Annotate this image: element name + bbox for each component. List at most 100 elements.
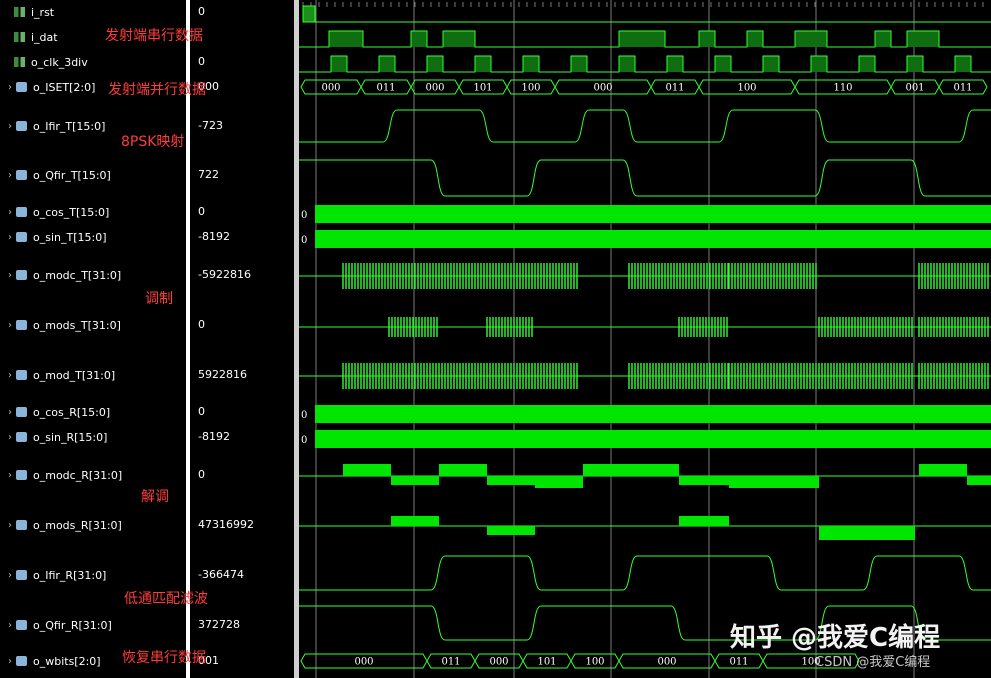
bus-value-label: 101 [473,83,492,94]
dat-high-fill [875,31,891,47]
bus-value-label: 0 [301,410,307,421]
signal-value: -8192 [198,430,230,443]
annotation-tx-parallel: 发射端并行数据 [108,82,206,98]
signal-row[interactable]: › o_cos_T[15:0] [4,204,109,220]
bus-signal-icon [16,570,27,580]
clk-high-fill [379,56,395,72]
expand-chevron-icon[interactable]: › [4,320,16,331]
signal-row[interactable]: › o_sin_R[15:0] [4,429,107,445]
bus-signal-icon [16,370,27,380]
clk-high-fill [859,56,875,72]
signal-row[interactable]: › o_sin_T[15:0] [4,229,107,245]
bus-value-label: 000 [657,657,676,668]
bus-value-label: 011 [441,657,460,668]
signal-value: 722 [198,168,219,181]
bus-value-label: 0 [301,210,307,221]
signal-row[interactable]: › o_modc_R[31:0] [4,467,122,483]
annotation-lowpass-filter: 低通匹配滤波 [124,591,208,607]
bus-signal-icon [16,432,27,442]
expand-chevron-icon[interactable]: › [4,232,16,243]
annotation-8psk-mapping: 8PSK映射 [121,134,185,150]
expand-chevron-icon[interactable]: › [4,656,16,667]
mod-t-burst [438,363,578,389]
signal-row[interactable]: › o_modc_T[31:0] [4,267,121,283]
bus-value-label: 000 [321,83,340,94]
signal-name: o_sin_R[15:0] [33,430,108,444]
signal-values-pane: 0 0 000 -723 722 0 -8192 -5922816 0 5922816 0 -8192… [190,0,294,678]
signal-value: 0 [198,405,205,418]
signal-row[interactable]: i_rst [14,4,54,20]
annotation-modulation: 调制 [145,291,173,307]
expand-chevron-icon[interactable]: › [4,82,16,93]
modc-r-block [535,476,583,488]
signal-name: o_wbits[2:0] [33,654,101,668]
expand-chevron-icon[interactable]: › [4,520,16,531]
expand-chevron-icon[interactable]: › [4,620,16,631]
bus-signal-icon [16,656,27,666]
signal-name: i_rst [31,5,55,19]
mods-r-block [679,516,729,526]
waveform-pane[interactable]: 000 011 000 101 100 000 011 100 110 001 011 000 011 0… [299,0,991,678]
bus-signal-icon [16,121,27,131]
modc-r-block [583,464,679,476]
signal-name: o_mods_R[31:0] [33,518,122,532]
bus-value-label: 100 [521,83,540,94]
expand-chevron-icon[interactable]: › [4,370,16,381]
signal-name: o_modc_T[31:0] [33,268,122,282]
waveform-canvas[interactable]: 000 011 000 101 100 000 011 100 110 001 011000 011 0… [299,0,991,678]
sin-t-bar [315,230,991,248]
bus-signal-icon [16,520,27,530]
signal-row[interactable]: › o_mod_T[31:0] [4,367,115,383]
signal-row[interactable]: › o_wbits[2:0] [4,653,101,669]
signal-row[interactable]: › o_Qfir_R[31:0] [4,617,112,633]
signal-row[interactable]: › o_Qfir_T[15:0] [4,167,111,183]
expand-chevron-icon[interactable]: › [4,570,16,581]
dat-high-fill [619,31,665,47]
cos-t-bar [315,205,991,223]
bus-value-label: 011 [953,83,972,94]
signal-value: 5922816 [198,368,247,381]
bus-value-label: 101 [537,657,556,668]
bit-signal-icon [14,7,25,17]
clk-high-fill [523,56,539,72]
mods-r-block [487,526,535,535]
signal-row[interactable]: › o_Ifir_R[31:0] [4,567,106,583]
bus-value-label: 011 [376,83,395,94]
expand-chevron-icon[interactable]: › [4,207,16,218]
signal-row[interactable]: › o_ISET[2:0] [4,79,95,95]
signal-row[interactable]: › o_mods_T[31:0] [4,317,121,333]
expand-chevron-icon[interactable]: › [4,170,16,181]
signal-name: o_ISET[2:0] [33,80,96,94]
o-clk-3div-waveform [299,55,991,73]
signal-row[interactable]: › o_cos_R[15:0] [4,404,110,420]
clk-high-fill [475,56,491,72]
signal-value: 0 [198,205,205,218]
expand-chevron-icon[interactable]: › [4,407,16,418]
expand-chevron-icon[interactable]: › [4,121,16,132]
signal-value: -366474 [198,568,244,581]
bus-signal-icon [16,232,27,242]
signal-row[interactable]: o_clk_3div [14,54,88,70]
signal-name: o_Ifir_R[31:0] [33,568,107,582]
signal-value: 47316992 [198,518,254,531]
signal-row[interactable]: i_dat [14,29,58,45]
signal-name: o_mods_T[31:0] [33,318,121,332]
watermark-zhihu: 知乎 @我爱C编程 [730,623,941,653]
dat-high-fill [699,31,715,47]
signal-name: o_cos_R[15:0] [33,405,111,419]
dat-high-fill [747,31,763,47]
signal-value: 0 [198,468,205,481]
modc-r-block [679,476,729,485]
expand-chevron-icon[interactable]: › [4,270,16,281]
signal-name: o_Qfir_R[31:0] [33,618,112,632]
mods-r-block [819,526,915,540]
expand-chevron-icon[interactable]: › [4,432,16,443]
signal-name: o_clk_3div [31,55,88,69]
signal-row[interactable]: › o_Ifir_T[15:0] [4,118,105,134]
signal-row[interactable]: › o_mods_R[31:0] [4,517,122,533]
modc-t-burst [438,263,578,289]
dat-high-fill [795,31,827,47]
bus-signal-icon [16,170,27,180]
expand-chevron-icon[interactable]: › [4,470,16,481]
qfir-t-waveform [299,159,991,197]
